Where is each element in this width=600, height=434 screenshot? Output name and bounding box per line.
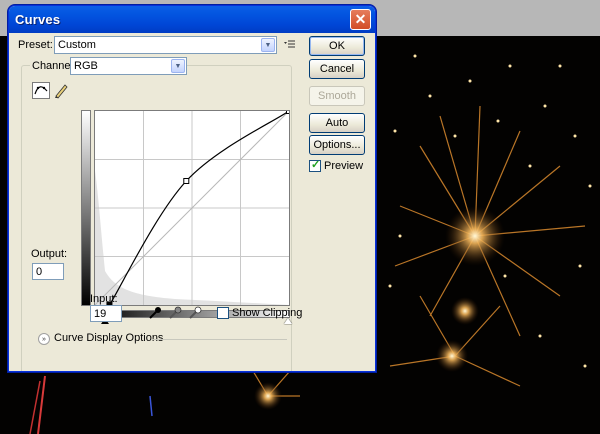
black-eyedropper-icon[interactable]: [148, 306, 162, 323]
title-bar[interactable]: Curves ✕: [9, 6, 375, 33]
output-field[interactable]: 0: [32, 263, 64, 280]
output-value: 0: [36, 266, 43, 278]
white-eyedropper-icon[interactable]: [188, 306, 202, 323]
curve-graph[interactable]: [94, 110, 290, 306]
show-clipping-label: Show Clipping: [232, 307, 303, 319]
dialog-body: Preset: Custom ▼ OK Cancel Smooth Auto O…: [12, 33, 372, 371]
channel-value: RGB: [74, 60, 98, 72]
channel-select[interactable]: RGB ▼: [70, 57, 187, 75]
auto-button[interactable]: Auto: [309, 113, 365, 133]
preset-label: Preset:: [18, 39, 53, 51]
curve-display-options-label[interactable]: Curve Display Options: [54, 332, 163, 344]
input-value: 19: [94, 308, 107, 320]
ok-button[interactable]: OK: [309, 36, 365, 56]
curve-control-point[interactable]: [286, 111, 290, 114]
curve-edit-icon[interactable]: [32, 82, 50, 99]
curve-control-point[interactable]: [183, 177, 190, 184]
close-icon: ✕: [354, 11, 367, 27]
expand-chevron-icon[interactable]: »: [38, 333, 50, 345]
preset-value: Custom: [58, 39, 96, 51]
input-field[interactable]: 19: [90, 305, 122, 322]
input-label: Input:: [90, 293, 118, 305]
preset-select[interactable]: Custom ▼: [54, 36, 277, 54]
curve-plot[interactable]: [95, 111, 289, 305]
smooth-button[interactable]: Smooth: [309, 86, 365, 106]
chevron-down-icon: ▼: [261, 38, 275, 52]
preset-menu-icon[interactable]: [284, 38, 296, 50]
cancel-button[interactable]: Cancel: [309, 59, 365, 79]
divider: [152, 339, 287, 340]
options-button[interactable]: Options...: [309, 135, 365, 155]
output-gradient-bar: [81, 110, 91, 306]
preview-checkbox[interactable]: [309, 158, 321, 172]
pencil-icon[interactable]: [52, 82, 70, 99]
gray-eyedropper-icon[interactable]: [168, 306, 182, 323]
output-label: Output:: [31, 248, 68, 260]
window-title: Curves: [15, 12, 61, 27]
show-clipping-checkbox[interactable]: [217, 307, 229, 319]
chevron-down-icon: ▼: [171, 59, 185, 73]
curves-dialog: Curves ✕ Preset: Custom ▼ OK Cancel Smoo…: [8, 5, 376, 372]
preview-label: Preview: [324, 160, 364, 172]
close-button[interactable]: ✕: [350, 9, 371, 30]
